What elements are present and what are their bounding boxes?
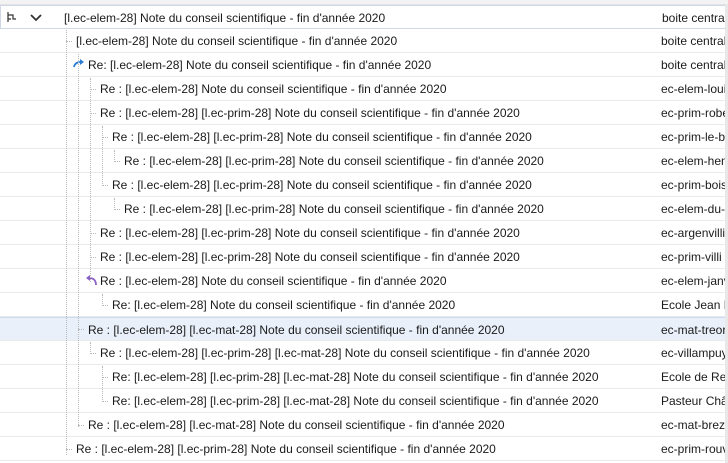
message-row-selected[interactable]: Re : [l.ec-elem-28] [l.ec-mat-28] Note d… xyxy=(0,317,728,341)
message-subject: Re : [l.ec-elem-28] [l.ec-prim-28] Note … xyxy=(100,226,520,240)
message-row[interactable]: Re : [l.ec-elem-28] [l.ec-prim-28] Note … xyxy=(0,221,728,245)
message-subject: Re : [l.ec-elem-28] [l.ec-prim-28] Note … xyxy=(112,130,532,144)
message-row[interactable]: Re : [l.ec-elem-28] [l.ec-prim-28] [l.ec… xyxy=(0,341,728,365)
message-sender: ec-argenvillie xyxy=(661,226,728,240)
message-row[interactable]: Re : [l.ec-elem-28] [l.ec-mat-28] Note d… xyxy=(0,413,728,437)
replied-arrow-icon xyxy=(84,273,98,287)
message-row[interactable]: Re : [l.ec-elem-28] [l.ec-prim-28] Note … xyxy=(0,173,728,197)
message-list[interactable]: [l.ec-elem-28] Note du conseil scientifi… xyxy=(0,5,728,461)
message-subject: Re : [l.ec-elem-28] Note du conseil scie… xyxy=(100,82,447,96)
message-sender: boite centrale xyxy=(661,58,728,72)
message-row[interactable]: Re : [l.ec-elem-28] Note du conseil scie… xyxy=(0,269,728,293)
message-sender: Ecole de Rec xyxy=(661,370,728,384)
message-subject: Re : [l.ec-elem-28] [l.ec-prim-28] Note … xyxy=(112,178,532,192)
message-sender: ec-elem-du- xyxy=(661,202,726,216)
message-row[interactable]: Re : [l.ec-elem-28] [l.ec-prim-28] Note … xyxy=(0,197,728,221)
message-subject: Re: [l.ec-elem-28] [l.ec-prim-28] [l.ec-… xyxy=(112,394,599,408)
message-sender: ec-elem-janv xyxy=(661,274,728,288)
message-row[interactable]: Re: [l.ec-elem-28] [l.ec-prim-28] [l.ec-… xyxy=(0,365,728,389)
message-sender: ec-prim-rouv xyxy=(661,442,728,456)
message-row[interactable]: Re : [l.ec-elem-28] [l.ec-prim-28] Note … xyxy=(0,149,728,173)
message-row[interactable]: Re : [l.ec-elem-28] [l.ec-prim-28] Note … xyxy=(0,101,728,125)
message-row[interactable]: Re : [l.ec-elem-28] [l.ec-prim-28] Note … xyxy=(0,245,728,269)
message-sender: ec-prim-villi xyxy=(661,250,722,264)
message-sender: boite centrale xyxy=(662,11,728,25)
message-sender: ec-prim-bois xyxy=(661,178,728,192)
forwarded-arrow-icon xyxy=(72,57,86,71)
message-row[interactable]: Re: [l.ec-elem-28] Note du conseil scien… xyxy=(0,53,728,77)
message-sender: boite centrale xyxy=(661,34,728,48)
message-subject: Re : [l.ec-elem-28] [l.ec-prim-28] [l.ec… xyxy=(100,346,590,360)
message-sender: ec-mat-brez xyxy=(661,418,726,432)
message-sender: ec-mat-treor xyxy=(661,323,727,337)
message-subject: Re: [l.ec-elem-28] [l.ec-prim-28] [l.ec-… xyxy=(112,370,599,384)
message-sender: ec-villampuy xyxy=(661,346,728,360)
message-subject: Re : [l.ec-elem-28] [l.ec-prim-28] Note … xyxy=(100,106,520,120)
message-subject: Re : [l.ec-elem-28] [l.ec-mat-28] Note d… xyxy=(88,323,505,337)
message-sender: ec-elem-hen xyxy=(661,154,728,168)
thread-icon[interactable] xyxy=(5,10,19,24)
message-subject: Re: [l.ec-elem-28] Note du conseil scien… xyxy=(88,58,432,72)
message-row[interactable]: Re : [l.ec-elem-28] [l.ec-prim-28] Note … xyxy=(0,437,728,461)
message-sender: ec-prim-le-b xyxy=(661,130,726,144)
message-subject: Re : [l.ec-elem-28] [l.ec-prim-28] Note … xyxy=(124,154,544,168)
chevron-down-icon[interactable] xyxy=(28,11,44,25)
message-subject: [l.ec-elem-28] Note du conseil scientifi… xyxy=(76,34,398,48)
message-subject: Re : [l.ec-elem-28] [l.ec-prim-28] Note … xyxy=(124,202,544,216)
message-subject: Re : [l.ec-elem-28] [l.ec-mat-28] Note d… xyxy=(88,418,505,432)
message-subject: Re : [l.ec-elem-28] Note du conseil scie… xyxy=(100,274,447,288)
message-subject: Re : [l.ec-elem-28] [l.ec-prim-28] Note … xyxy=(76,442,496,456)
message-row[interactable]: Re : [l.ec-elem-28] Note du conseil scie… xyxy=(0,77,728,101)
message-subject: Re: [l.ec-elem-28] Note du conseil scien… xyxy=(112,298,456,312)
message-row[interactable]: Re: [l.ec-elem-28] [l.ec-prim-28] [l.ec-… xyxy=(0,389,728,413)
message-subject: [l.ec-elem-28] Note du conseil scientifi… xyxy=(64,11,386,25)
message-row[interactable]: Re: [l.ec-elem-28] Note du conseil scien… xyxy=(0,293,728,317)
message-sender: ec-elem-loui xyxy=(661,82,727,96)
message-sender: Ecole Jean M xyxy=(661,298,728,312)
message-sender: Pasteur Chât xyxy=(661,394,728,408)
message-row[interactable]: [l.ec-elem-28] Note du conseil scientifi… xyxy=(0,29,728,53)
message-subject: Re : [l.ec-elem-28] [l.ec-prim-28] Note … xyxy=(100,250,520,264)
message-row[interactable]: Re : [l.ec-elem-28] [l.ec-prim-28] Note … xyxy=(0,125,728,149)
message-sender: ec-prim-robe xyxy=(661,106,728,120)
thread-root-row[interactable]: [l.ec-elem-28] Note du conseil scientifi… xyxy=(0,5,728,29)
